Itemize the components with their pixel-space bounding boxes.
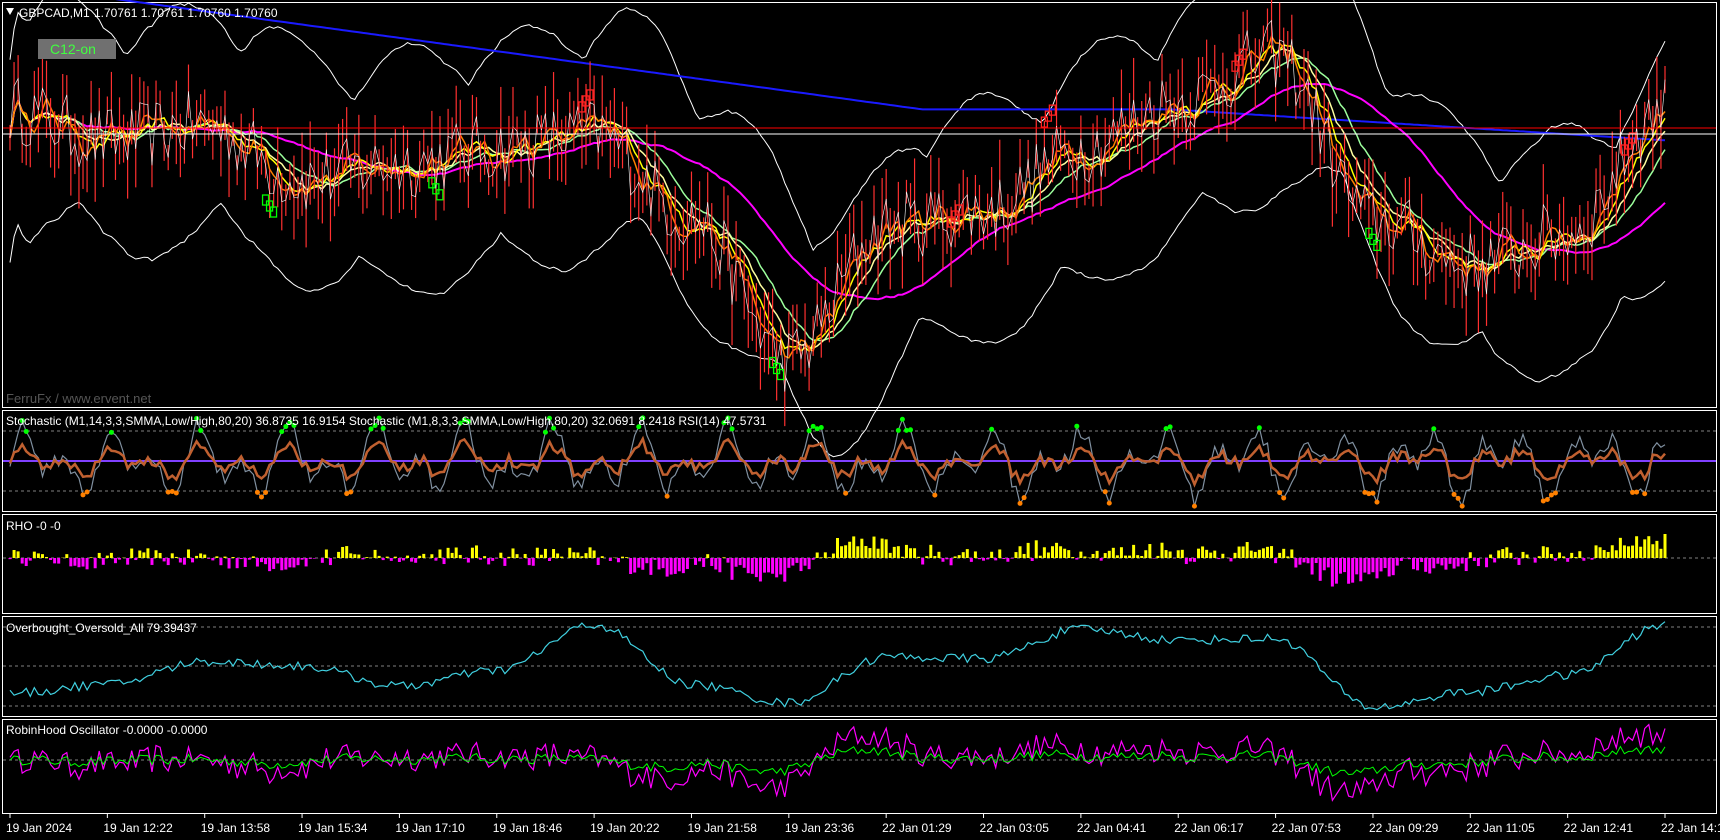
stoch-oversold-mark — [1281, 495, 1287, 501]
x-tick-label: 19 Jan 23:36 — [785, 821, 855, 835]
x-tick-label: 22 Jan 12:41 — [1564, 821, 1634, 835]
stoch-overbought-mark — [23, 428, 29, 434]
stoch-overbought-mark — [1074, 423, 1080, 429]
x-tick-label: 22 Jan 11:05 — [1466, 821, 1535, 835]
symbol-label: GBPCAD,M1 — [19, 6, 90, 20]
x-tick-label: 19 Jan 20:22 — [590, 821, 660, 835]
stoch-oversold-mark — [84, 489, 90, 495]
x-tick-label: 19 Jan 17:10 — [395, 821, 465, 835]
stoch-oversold-mark — [1102, 489, 1108, 495]
x-tick-label: 19 Jan 18:46 — [493, 821, 563, 835]
stoch-oversold-mark — [1374, 499, 1380, 505]
x-tick-label: 22 Jan 06:17 — [1174, 821, 1244, 835]
stoch-oversold-mark — [932, 492, 938, 498]
stoch-oversold-mark — [1552, 490, 1558, 496]
x-tick-label: 22 Jan 01:29 — [882, 821, 952, 835]
stoch-oversold-mark — [1106, 500, 1112, 506]
stoch-overbought-mark — [108, 429, 114, 435]
stoch-oversold-mark — [1455, 495, 1461, 501]
stochastic-title: Stochastic (M1,14,3,3,SMMA,Low/High,80,2… — [6, 414, 767, 428]
stoch-overbought-mark — [806, 428, 812, 434]
stoch-overbought-mark — [1431, 426, 1437, 432]
stoch-oversold-mark — [843, 490, 849, 496]
stoch-overbought-mark — [908, 427, 914, 433]
badge-text: C12-on — [50, 41, 96, 57]
stoch-oversold-mark — [173, 490, 179, 496]
stoch-overbought-mark — [198, 427, 204, 433]
stoch-overbought-mark — [818, 424, 824, 430]
x-tick-label: 22 Jan 04:41 — [1077, 821, 1147, 835]
stoch-oversold-mark — [1017, 500, 1023, 506]
stoch-overbought-mark — [1256, 425, 1262, 431]
obos-title: Overbought_Oversold_All 79.39437 — [6, 621, 197, 635]
stoch-overbought-mark — [899, 416, 905, 422]
stoch-oversold-mark — [1370, 490, 1376, 496]
x-tick-label: 22 Jan 09:29 — [1369, 821, 1439, 835]
stoch-oversold-mark — [1277, 490, 1283, 496]
stoch-oversold-mark — [80, 492, 86, 498]
stoch-oversold-mark — [1021, 495, 1027, 501]
stoch-oversold-mark — [1544, 496, 1550, 502]
stoch-oversold-mark — [348, 489, 354, 495]
stoch-overbought-mark — [542, 429, 548, 435]
x-tick-label: 22 Jan 03:05 — [980, 821, 1050, 835]
stoch-oversold-mark — [1459, 503, 1465, 509]
x-tick-label: 19 Jan 2024 — [6, 821, 72, 835]
stoch-oversold-mark — [1191, 503, 1197, 509]
x-tick-label: 22 Jan 07:53 — [1272, 821, 1342, 835]
rho-title: RHO -0 -0 — [6, 519, 61, 533]
stoch-overbought-mark — [279, 429, 285, 435]
stoch-oversold-mark — [263, 489, 269, 495]
stoch-oversold-mark — [1634, 489, 1640, 495]
robinhood-title: RobinHood Oscillator -0.0000 -0.0000 — [6, 723, 208, 737]
x-tick-label: 22 Jan 14:17 — [1661, 821, 1720, 835]
ohlc-values: 1.70761 1.70761 1.70760 1.70760 — [94, 6, 278, 20]
stoch-overbought-mark — [989, 426, 995, 432]
stoch-oversold-mark — [258, 494, 264, 500]
stoch-oversold-mark — [1451, 491, 1457, 497]
stoch-oversold-mark — [254, 489, 260, 495]
stoch-overbought-mark — [895, 427, 901, 433]
watermark: FerruFx / www.ervent.net — [6, 391, 152, 406]
x-tick-label: 19 Jan 21:58 — [687, 821, 757, 835]
x-tick-label: 19 Jan 15:34 — [298, 821, 368, 835]
stoch-oversold-mark — [1642, 491, 1648, 497]
stoch-overbought-mark — [1167, 424, 1173, 430]
x-tick-label: 19 Jan 12:22 — [103, 821, 173, 835]
stoch-oversold-mark — [664, 493, 670, 499]
chart-canvas: GBPCAD,M1 1.70761 1.70761 1.70760 1.7076… — [0, 0, 1720, 840]
x-tick-label: 19 Jan 13:58 — [201, 821, 271, 835]
